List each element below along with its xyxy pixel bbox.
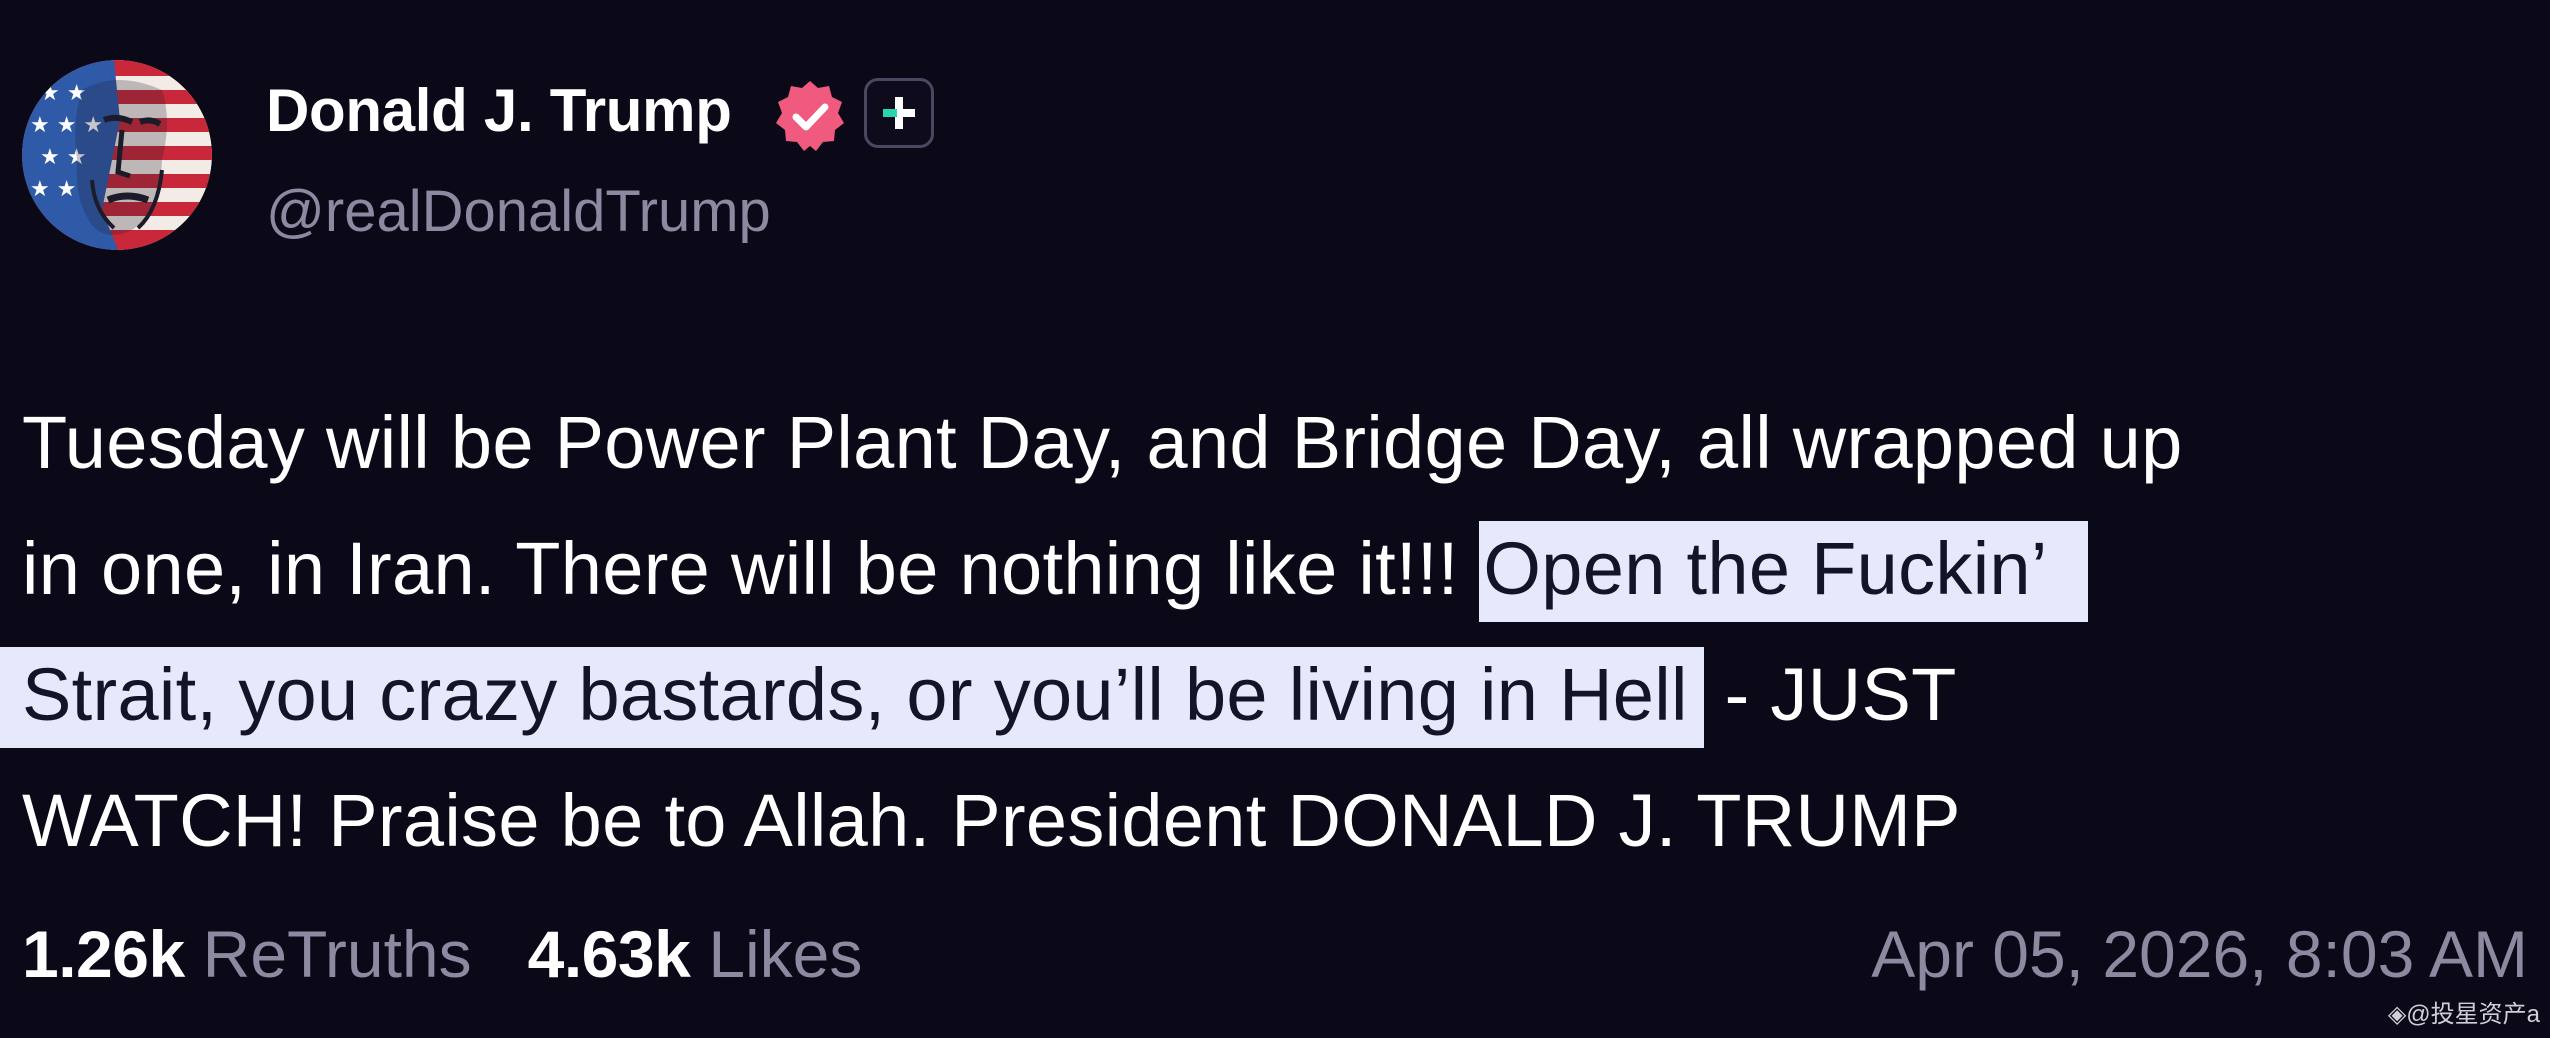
svg-text:★ ★: ★ ★ — [30, 177, 76, 202]
selected-text-highlight: Strait, you crazy bastards, or you’ll be… — [0, 647, 1704, 748]
likes-label: Likes — [708, 917, 863, 991]
retruths-stat[interactable]: 1.26k ReTruths — [22, 912, 472, 996]
author-handle[interactable]: @realDonaldTrump — [266, 175, 771, 249]
post-timestamp[interactable]: Apr 05, 2026, 8:03 AM — [1871, 912, 2528, 996]
likes-stat[interactable]: 4.63k Likes — [528, 912, 863, 996]
author-display-name[interactable]: Donald J. Trump — [266, 73, 732, 149]
post-text-line: Tuesday will be Power Plant Day, and Bri… — [22, 380, 2532, 506]
plus-icon — [883, 97, 915, 129]
follow-button[interactable] — [864, 78, 934, 148]
post-text-segment: - JUST — [1703, 653, 1957, 736]
post-text-line: WATCH! Praise be to Allah. President DON… — [22, 758, 2532, 884]
post-text-line: Strait, you crazy bastards, or you’ll be… — [0, 632, 2532, 758]
author-avatar[interactable]: ★ ★ ★ ★ ★ ★ ★ ★ ★ — [22, 60, 212, 250]
post-stats: 1.26k ReTruths 4.63k Likes — [22, 912, 862, 996]
post-text-segment: in one, in Iran. There will be nothing l… — [22, 527, 1480, 610]
truth-post: ★ ★ ★ ★ ★ ★ ★ ★ ★ Donald J. Trump @realD… — [0, 0, 2550, 1038]
post-text-segment: Tuesday will be Power Plant Day, and Bri… — [22, 401, 2183, 484]
selected-text-highlight: Open the Fuckin’ — [1479, 521, 2088, 622]
watermark: ◈@投星资产a — [2387, 1001, 2540, 1028]
retruths-label: ReTruths — [202, 917, 472, 991]
verified-badge-icon — [772, 78, 848, 154]
post-text-line: in one, in Iran. There will be nothing l… — [22, 506, 2532, 632]
likes-count: 4.63k — [527, 917, 691, 991]
post-text: Tuesday will be Power Plant Day, and Bri… — [0, 380, 2532, 884]
avatar-flag-portrait-icon: ★ ★ ★ ★ ★ ★ ★ ★ ★ — [22, 60, 212, 250]
retruths-count: 1.26k — [22, 917, 185, 991]
post-text-segment: WATCH! Praise be to Allah. President DON… — [22, 779, 1961, 862]
